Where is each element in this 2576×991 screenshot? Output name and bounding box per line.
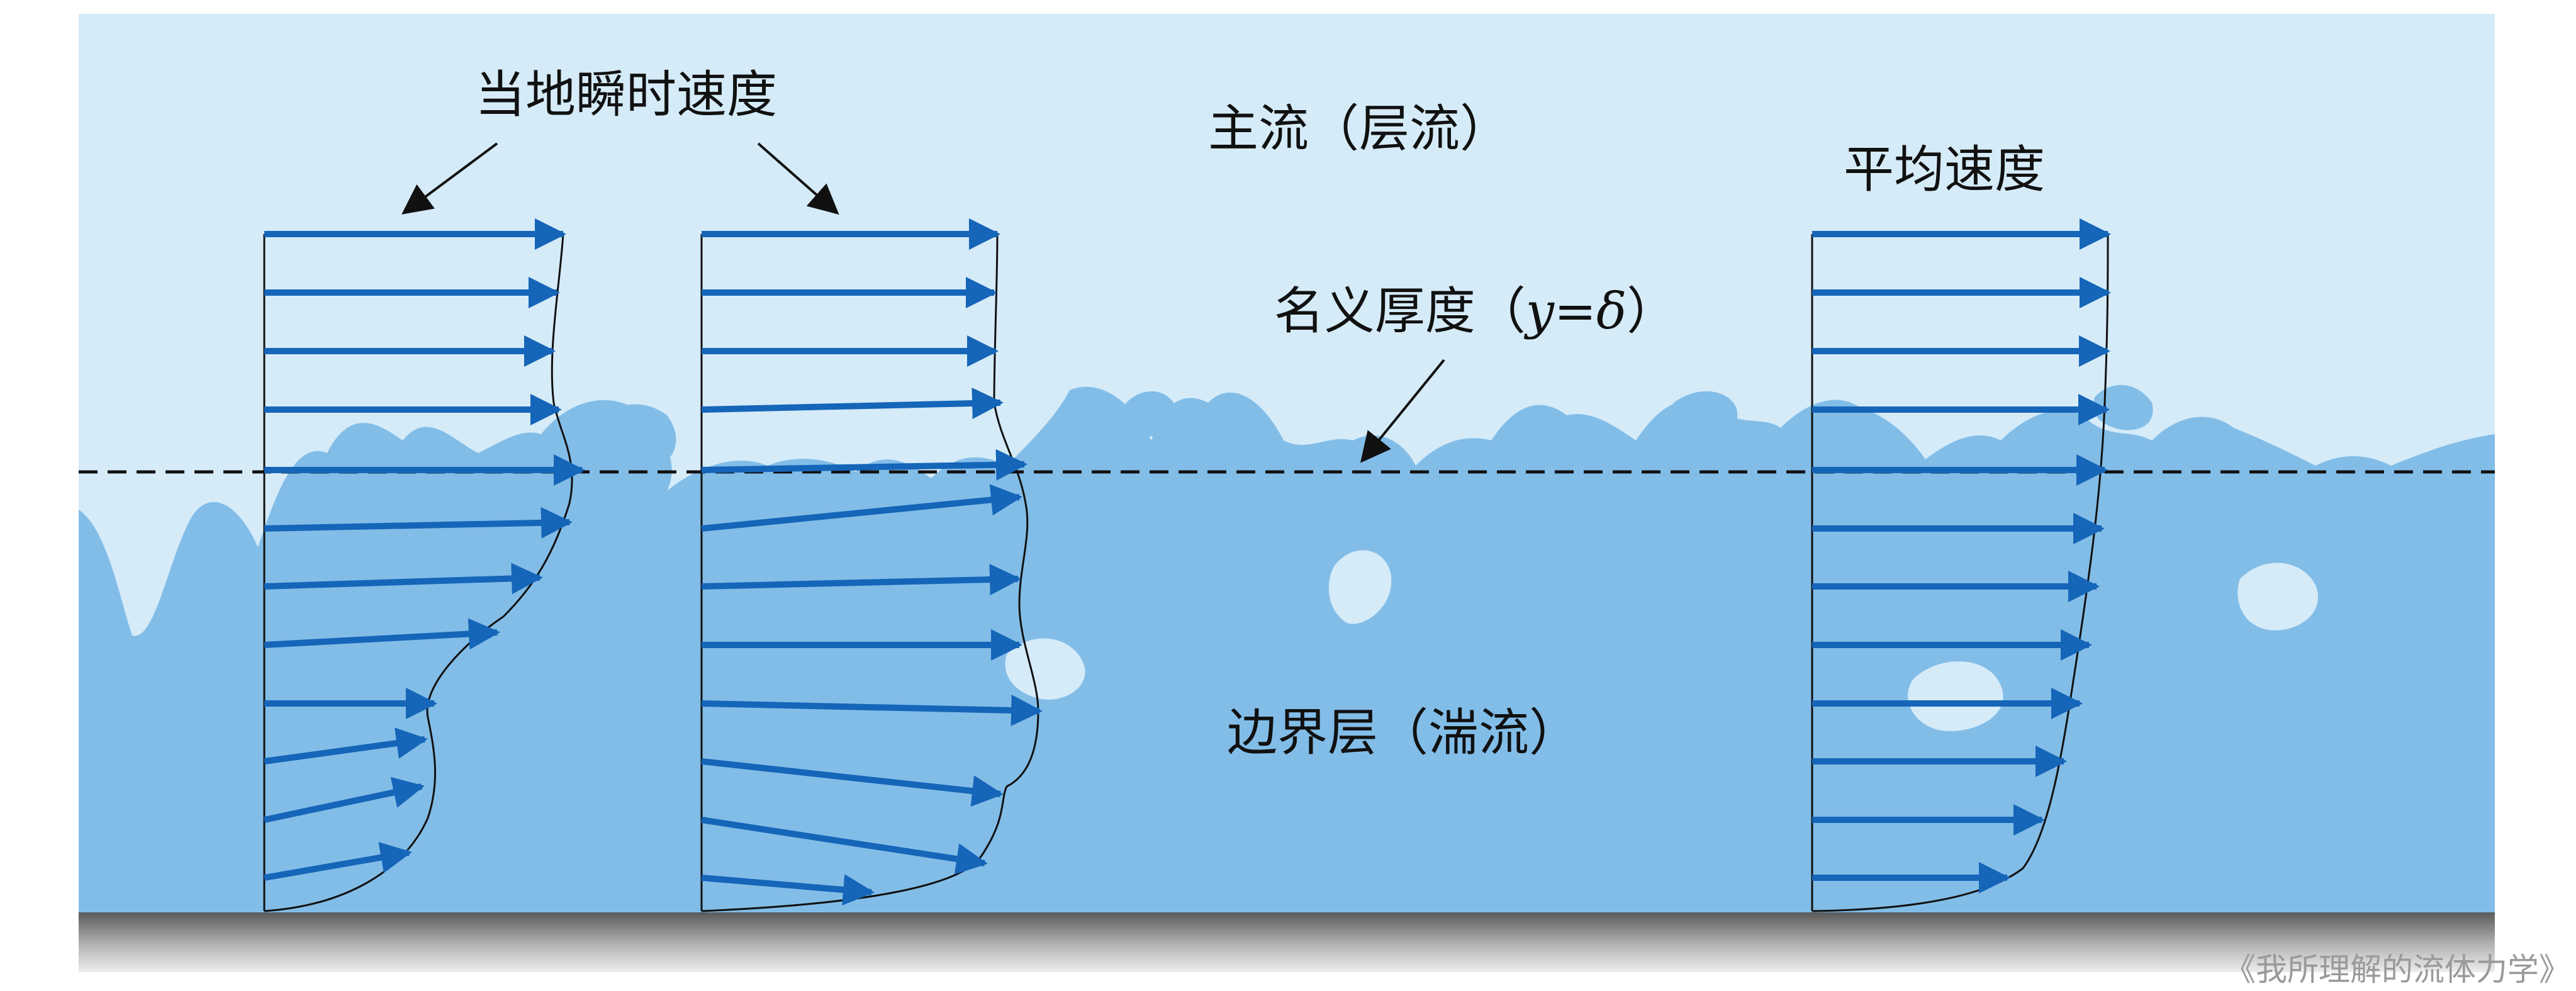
average-velocity-label: 平均速度 bbox=[1844, 140, 2045, 199]
nominal-thickness-eq: =δ bbox=[1554, 282, 1627, 340]
main-flow-label: 主流（层流） bbox=[1208, 99, 1510, 158]
nominal-thickness-label: 名义厚度（y=δ） bbox=[1274, 282, 1677, 340]
boundary-layer-diagram: 当地瞬时速度 主流（层流） 平均速度 名义厚度（y=δ） 边界层（湍流） 《我所… bbox=[79, 14, 2570, 988]
nominal-thickness-y: y bbox=[1524, 282, 1555, 340]
nominal-thickness-prefix: 名义厚度（ bbox=[1274, 282, 1526, 340]
turbulent-boundary-layer bbox=[79, 386, 2495, 912]
instantaneous-velocity-label: 当地瞬时速度 bbox=[475, 65, 777, 124]
boundary-layer-label: 边界层（湍流） bbox=[1227, 703, 1579, 762]
credit-text: 《我所理解的流体力学》 bbox=[2224, 951, 2570, 988]
nominal-thickness-suffix: ） bbox=[1627, 282, 1677, 340]
wall bbox=[79, 912, 2495, 972]
